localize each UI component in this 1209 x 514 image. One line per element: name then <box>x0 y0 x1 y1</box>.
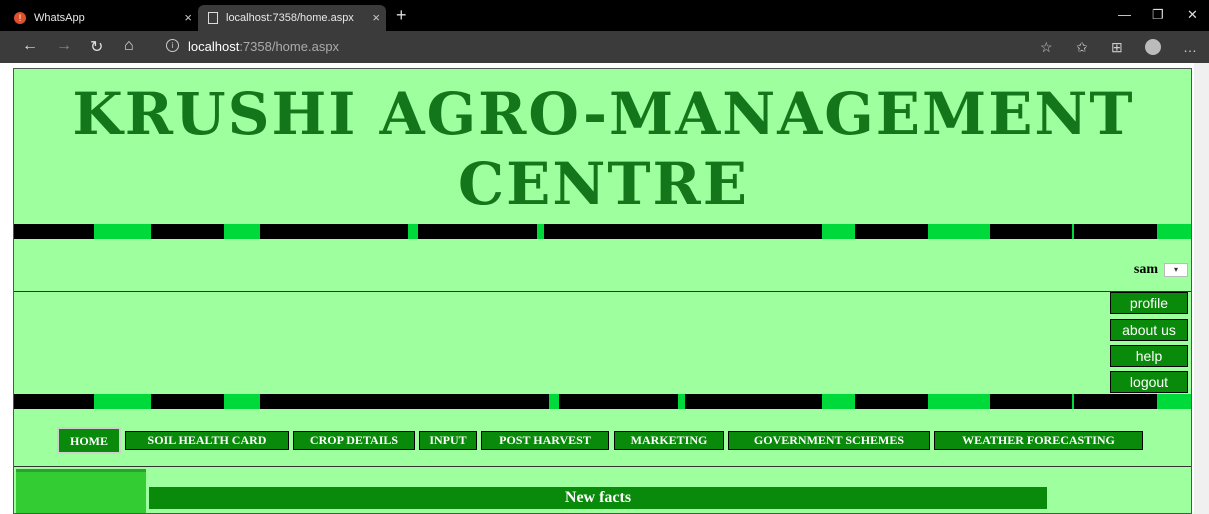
menu-marketing[interactable]: MARKETING <box>614 431 724 450</box>
tab-home[interactable]: localhost:7358/home.aspx × <box>198 5 386 31</box>
site-page: KRUSHI AGRO-MANAGEMENT CENTRE sam ▾ prof… <box>13 68 1192 514</box>
new-tab-icon[interactable]: + <box>396 5 407 26</box>
menu-input[interactable]: INPUT <box>419 431 477 450</box>
menu-weather-forecasting[interactable]: WEATHER FORECASTING <box>934 431 1143 450</box>
about-us-button[interactable]: about us <box>1110 319 1188 341</box>
left-panel <box>16 469 146 513</box>
star-icon[interactable]: ☆ <box>1040 39 1053 56</box>
site-title-line1: KRUSHI AGRO-MANAGEMENT <box>72 80 1135 148</box>
address-bar: ← → ↻ ⌂ i localhost:7358/home.aspx ☆ ✩ ⊞… <box>0 31 1209 63</box>
tab-title: WhatsApp <box>34 12 85 24</box>
close-icon[interactable]: × <box>372 10 380 25</box>
menu-government-schemes[interactable]: GOVERNMENT SCHEMES <box>728 431 930 450</box>
collections-icon[interactable]: ⊞ <box>1111 39 1123 56</box>
info-icon[interactable]: i <box>166 39 179 52</box>
url-host: localhost <box>188 39 240 54</box>
close-icon[interactable]: × <box>184 10 192 25</box>
refresh-icon[interactable]: ↻ <box>90 37 103 57</box>
content-area: New facts <box>14 466 1191 513</box>
new-facts-header: New facts <box>149 487 1047 509</box>
whatsapp-icon: ! <box>14 12 26 24</box>
favorites-icon[interactable]: ✩ <box>1076 39 1088 56</box>
page-icon <box>208 12 218 24</box>
decorative-stripe-top <box>14 224 1191 239</box>
tab-whatsapp[interactable]: ! WhatsApp × <box>8 5 198 31</box>
home-icon[interactable]: ⌂ <box>124 37 134 55</box>
forward-icon[interactable]: → <box>56 37 72 55</box>
url-path: :7358/home.aspx <box>239 39 340 54</box>
menu-crop-details[interactable]: CROP DETAILS <box>293 431 415 450</box>
profile-button[interactable]: profile <box>1110 292 1188 314</box>
menu-soil-health-card[interactable]: SOIL HEALTH CARD <box>125 431 289 450</box>
more-icon[interactable]: … <box>1183 39 1197 55</box>
tab-title: localhost:7358/home.aspx <box>226 12 354 24</box>
minimize-icon[interactable]: — <box>1118 7 1131 22</box>
back-icon[interactable]: ← <box>22 37 38 55</box>
decorative-stripe-bottom <box>14 394 1191 409</box>
menu-post-harvest[interactable]: POST HARVEST <box>481 431 609 450</box>
help-button[interactable]: help <box>1110 345 1188 367</box>
scrollbar[interactable] <box>1194 63 1209 514</box>
profile-avatar-icon[interactable] <box>1145 39 1161 55</box>
user-row: sam ▾ <box>14 245 1191 292</box>
url-field[interactable]: localhost:7358/home.aspx <box>188 39 339 54</box>
logout-button[interactable]: logout <box>1110 371 1188 393</box>
menu-home[interactable]: HOME <box>57 427 121 454</box>
user-dropdown-icon[interactable]: ▾ <box>1164 263 1188 277</box>
browser-tab-bar: ! WhatsApp × localhost:7358/home.aspx × … <box>0 0 1209 31</box>
site-title-line2: CENTRE <box>458 150 749 218</box>
close-window-icon[interactable]: ✕ <box>1187 7 1198 23</box>
page-viewport: KRUSHI AGRO-MANAGEMENT CENTRE sam ▾ prof… <box>0 63 1209 514</box>
restore-icon[interactable]: ❐ <box>1152 7 1164 23</box>
site-title: KRUSHI AGRO-MANAGEMENT CENTRE <box>14 79 1191 219</box>
username: sam <box>1133 262 1158 277</box>
